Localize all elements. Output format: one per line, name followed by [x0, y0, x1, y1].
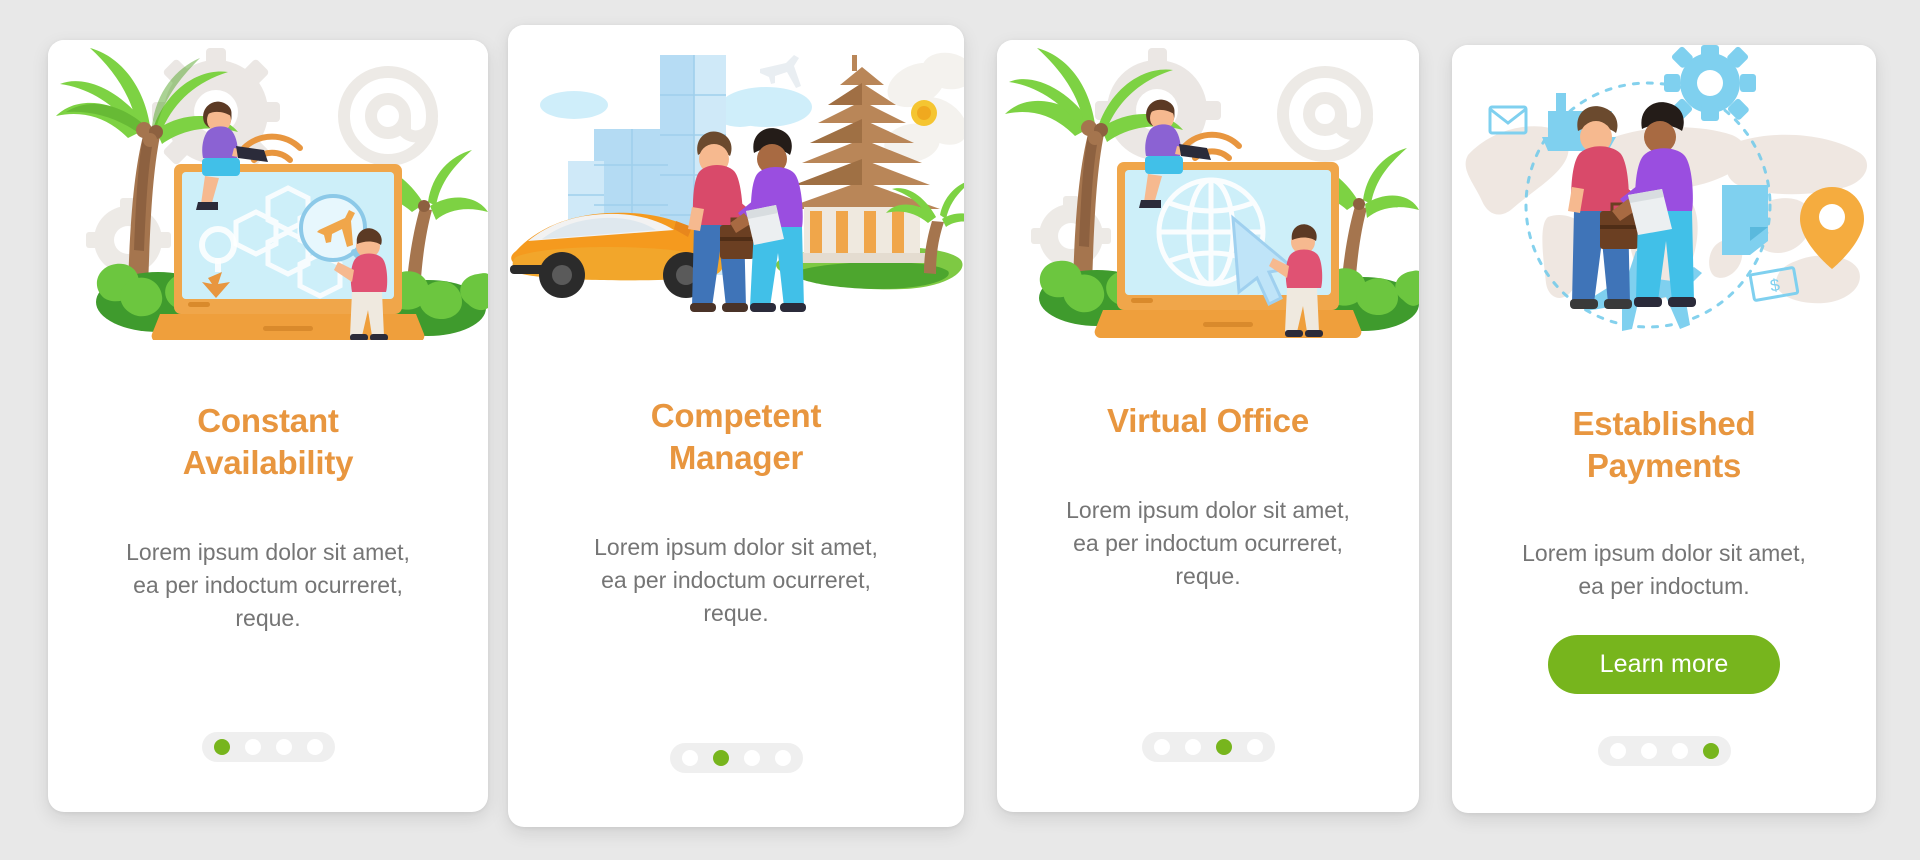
page-title: Competent Manager: [650, 397, 822, 477]
pagination-track: [201, 732, 335, 762]
pagination-dot-3[interactable]: [743, 750, 760, 766]
card-body: Competent Manager Lorem ipsum dolor sit …: [508, 335, 964, 827]
illustration-world-map-handshake-payments: $: [1452, 45, 1876, 345]
pagination-dot-4[interactable]: [306, 739, 323, 755]
pagination-dot-3[interactable]: [1215, 739, 1232, 755]
page-description: Lorem ipsum dolor sit amet, ea per indoc…: [126, 539, 410, 631]
pagination-dot-4[interactable]: [1702, 743, 1719, 759]
pagination-dot-2[interactable]: [712, 750, 729, 766]
pagination: [1023, 732, 1393, 762]
onboarding-card-virtual-office[interactable]: Virtual Office Lorem ipsum dolor sit ame…: [997, 40, 1419, 812]
page-description: Lorem ipsum dolor sit amet, ea per indoc…: [1066, 497, 1350, 589]
illustration-tropical-laptop-globe-cursor: [997, 40, 1419, 340]
pagination-dot-1[interactable]: [681, 750, 698, 766]
pagination-dot-1[interactable]: [213, 739, 230, 755]
pagination-track: [1141, 732, 1275, 762]
pagination-dot-2[interactable]: [1184, 739, 1201, 755]
card-body: Virtual Office Lorem ipsum dolor sit ame…: [997, 340, 1419, 812]
pagination-dot-2[interactable]: [1640, 743, 1657, 759]
pagination-track: [669, 743, 803, 773]
pagination-track: [1597, 736, 1731, 766]
pagination-dot-4[interactable]: [1246, 739, 1263, 755]
onboarding-card-competent-manager[interactable]: Competent Manager Lorem ipsum dolor sit …: [508, 25, 964, 827]
page-title: Constant Availability: [182, 402, 354, 482]
page-description: Lorem ipsum dolor sit amet, ea per indoc…: [594, 534, 878, 626]
page-title: Virtual Office: [1107, 402, 1309, 439]
card-body: Constant Availability Lorem ipsum dolor …: [48, 340, 488, 812]
illustration-tropical-laptop-flight-search: [48, 40, 488, 340]
pagination-dot-3[interactable]: [275, 739, 292, 755]
pagination-dot-4[interactable]: [774, 750, 791, 766]
pagination: [74, 732, 462, 762]
pagination: [1478, 736, 1850, 766]
illustration-handshake-car-city-temple: [508, 25, 964, 335]
page-title: Established Payments: [1572, 405, 1756, 485]
learn-more-button[interactable]: Learn more: [1547, 634, 1781, 694]
card-body: Established Payments Lorem ipsum dolor s…: [1452, 345, 1876, 813]
onboarding-screens-stage: Constant Availability Lorem ipsum dolor …: [0, 0, 1920, 860]
onboarding-card-established-payments[interactable]: $ Established Payments Lorem ipsum dolor…: [1452, 45, 1876, 813]
page-description: Lorem ipsum dolor sit amet, ea per indoc…: [1522, 540, 1806, 600]
pagination: [534, 743, 938, 773]
pagination-dot-1[interactable]: [1609, 743, 1626, 759]
pagination-dot-1[interactable]: [1153, 739, 1170, 755]
onboarding-card-constant-availability[interactable]: Constant Availability Lorem ipsum dolor …: [48, 40, 488, 812]
pagination-dot-3[interactable]: [1671, 743, 1688, 759]
pagination-dot-2[interactable]: [244, 739, 261, 755]
